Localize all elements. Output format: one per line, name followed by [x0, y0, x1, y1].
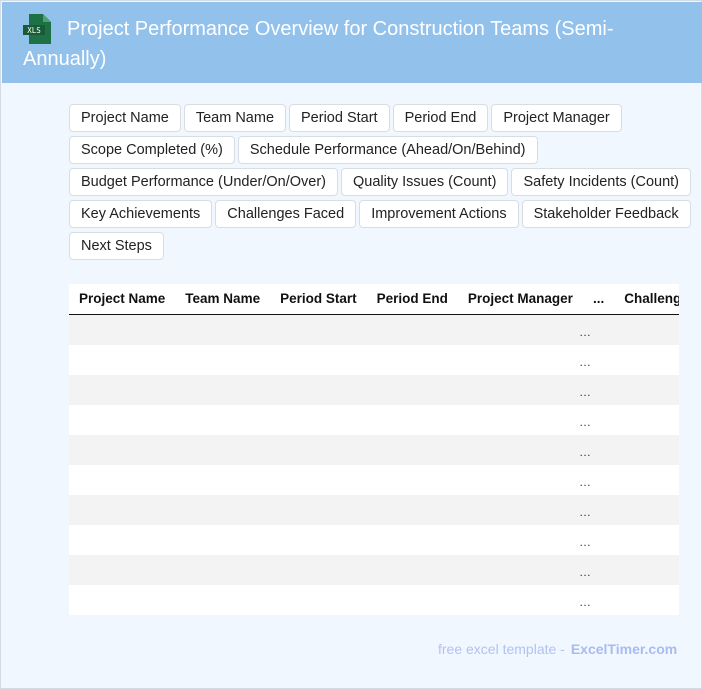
- field-tag[interactable]: Period Start: [289, 104, 390, 132]
- field-tag[interactable]: Challenges Faced: [215, 200, 357, 228]
- column-header[interactable]: Period Start: [270, 284, 367, 314]
- table-row: …: [69, 585, 679, 615]
- column-header[interactable]: Project Manager: [458, 284, 583, 314]
- ellipsis-cell: …: [579, 385, 591, 399]
- column-header[interactable]: Team Name: [175, 284, 270, 314]
- page-title: Project Performance Overview for Constru…: [23, 18, 614, 70]
- ellipsis-cell: …: [579, 415, 591, 429]
- column-header[interactable]: Period End: [367, 284, 458, 314]
- data-table: Project Name Team Name Period Start Period …: [69, 284, 679, 615]
- ellipsis-cell: …: [579, 505, 591, 519]
- field-tag[interactable]: Project Manager: [491, 104, 622, 132]
- column-header[interactable]: Project Name: [69, 284, 175, 314]
- field-tag[interactable]: Stakeholder Feedback: [521, 200, 691, 228]
- brand-link[interactable]: ExcelTimer.com: [571, 641, 677, 657]
- field-tag[interactable]: Safety Incidents (Count): [511, 168, 692, 196]
- field-tag[interactable]: Next Steps: [69, 232, 164, 260]
- field-tag[interactable]: Project Name: [69, 104, 181, 132]
- ellipsis-cell: …: [579, 445, 591, 459]
- table-row: …: [69, 525, 679, 555]
- ellipsis-cell: …: [579, 535, 591, 549]
- field-tag[interactable]: Key Achievements: [69, 200, 213, 228]
- ellipsis-cell: …: [579, 475, 591, 489]
- field-tag[interactable]: Period End: [392, 104, 489, 132]
- field-tag[interactable]: Schedule Performance (Ahead/On/Behind): [237, 136, 538, 164]
- table-row: …: [69, 375, 679, 405]
- table-header: Project Name Team Name Period Start Period …: [69, 284, 679, 315]
- table-row: …: [69, 465, 679, 495]
- footer: free excel template - ExcelTimer.com: [438, 641, 677, 657]
- table-row: …: [69, 435, 679, 465]
- ellipsis-cell: …: [579, 325, 591, 339]
- field-tag[interactable]: Scope Completed (%): [69, 136, 235, 164]
- field-tags: Project Name Team Name Period Start Period …: [69, 104, 702, 260]
- ellipsis-cell: …: [579, 355, 591, 369]
- footer-text: free excel template -: [438, 641, 565, 657]
- table-row: …: [69, 315, 679, 345]
- ellipsis-cell: …: [579, 565, 591, 579]
- field-tag[interactable]: Improvement Actions: [359, 200, 519, 228]
- column-header[interactable]: ...: [583, 284, 614, 314]
- page-frame: XLS Project Performance Overview for Con…: [0, 0, 702, 689]
- field-tag[interactable]: Team Name: [183, 104, 287, 132]
- column-header[interactable]: Challenges: [614, 284, 679, 314]
- field-tag[interactable]: Quality Issues (Count): [341, 168, 509, 196]
- table-body: … … … … … … … … … …: [69, 315, 679, 615]
- field-tag[interactable]: Budget Performance (Under/On/Over): [69, 168, 338, 196]
- table-row: …: [69, 405, 679, 435]
- table-row: …: [69, 345, 679, 375]
- ellipsis-cell: …: [579, 595, 591, 609]
- table-row: …: [69, 555, 679, 585]
- table-row: …: [69, 495, 679, 525]
